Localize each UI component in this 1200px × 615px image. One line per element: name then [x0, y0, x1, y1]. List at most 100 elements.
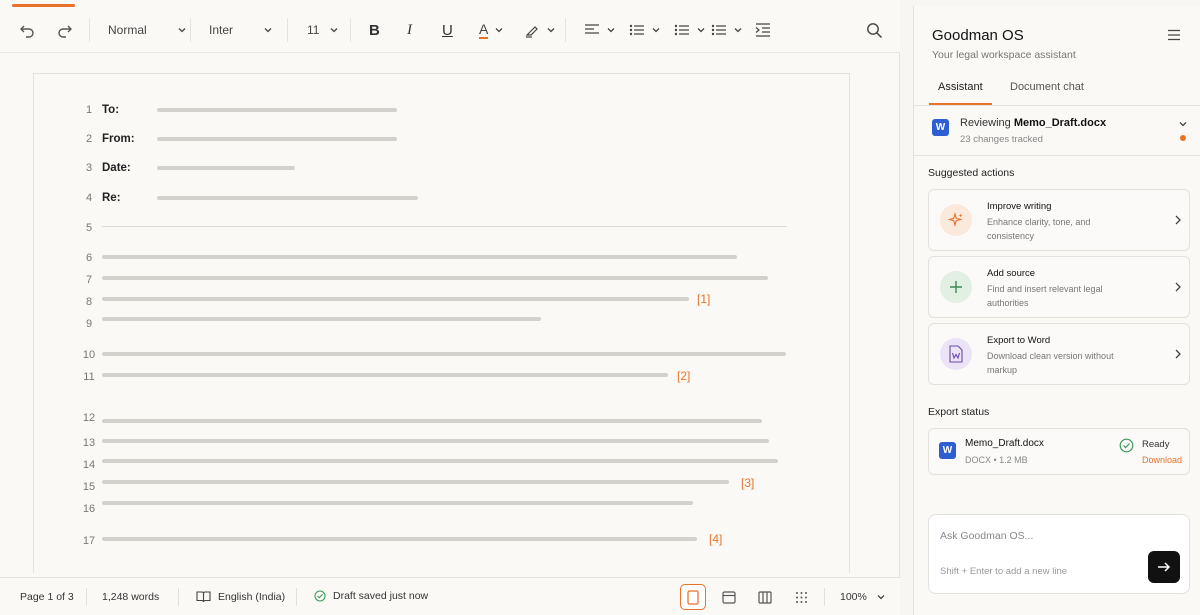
- numbered-list-button[interactable]: [674, 18, 706, 42]
- line-number: 3: [85, 162, 93, 174]
- web-view-button[interactable]: [716, 584, 742, 610]
- line-number: 8: [85, 296, 93, 308]
- line-number: 10: [82, 349, 96, 361]
- chevron-down-icon: [697, 28, 705, 33]
- send-button[interactable]: [1148, 551, 1180, 583]
- action-add-source[interactable]: Add source Find and insert relevant lega…: [928, 256, 1190, 318]
- page-count: Page 1 of 3: [20, 591, 74, 603]
- toolbar-divider: [565, 18, 566, 42]
- chevron-down-icon: [734, 28, 742, 33]
- book-icon: [196, 591, 211, 603]
- toolbar-accent-bar: [12, 4, 75, 7]
- check-circle-icon: [1119, 438, 1134, 453]
- page-view-button[interactable]: [680, 584, 706, 610]
- line-number: 16: [82, 503, 96, 515]
- line-number: 7: [85, 274, 93, 286]
- font-size-select[interactable]: 11: [307, 18, 339, 42]
- search-button[interactable]: [866, 18, 883, 42]
- export-file-name: Memo_Draft.docx: [965, 438, 1044, 449]
- status-divider: [824, 588, 825, 606]
- tab-document-chat[interactable]: Document chat: [1010, 81, 1084, 93]
- citation-marker[interactable]: [2]: [677, 369, 690, 383]
- action-improve-writing[interactable]: Improve writing Enhance clarity, tone, a…: [928, 189, 1190, 251]
- line-number: 17: [82, 535, 96, 547]
- chat-input-hint: Shift + Enter to add a new line: [940, 566, 1068, 577]
- font-size-value: 11: [307, 23, 320, 37]
- line-number: 11: [83, 371, 95, 383]
- export-ready-status: Ready: [1142, 439, 1170, 450]
- download-link[interactable]: Download: [1142, 455, 1182, 465]
- action-description: Enhance clarity, tone, and consistency: [987, 217, 1091, 241]
- action-export-to-word[interactable]: Export to Word Download clean version wi…: [928, 323, 1190, 385]
- arrow-right-icon: [1158, 562, 1171, 572]
- chat-input-box[interactable]: Ask Goodman OS... Shift + Enter to add a…: [928, 514, 1190, 594]
- citation-marker[interactable]: [3]: [741, 476, 754, 490]
- highlight-button[interactable]: [524, 18, 556, 42]
- export-status-heading: Export status: [928, 406, 990, 418]
- language-label: English (India): [218, 590, 286, 603]
- undo-button[interactable]: [18, 18, 36, 42]
- chevron-down-icon: [877, 595, 885, 600]
- formatting-toolbar: Normal Inter 11 B I U A: [0, 0, 900, 53]
- text-color-button[interactable]: A: [479, 18, 504, 42]
- language-selector[interactable]: English (India): [196, 590, 285, 603]
- active-tab-indicator: [929, 103, 992, 105]
- line-number: 4: [85, 192, 93, 204]
- chevron-right-icon: [1175, 282, 1181, 292]
- document-page[interactable]: 1 2 3 4 5 6 7 8 9 10 11 12 13 14 15 16 1…: [33, 73, 850, 573]
- align-left-icon: [585, 24, 599, 34]
- underline-button[interactable]: U: [442, 18, 453, 42]
- checklist-button[interactable]: [711, 18, 743, 42]
- redo-button[interactable]: [56, 18, 74, 42]
- line-number: 13: [82, 437, 96, 449]
- indent-button[interactable]: [755, 18, 771, 42]
- grid-view-button[interactable]: [788, 584, 814, 610]
- word-file-icon: W: [932, 119, 949, 136]
- columns-view-button[interactable]: [752, 584, 778, 610]
- text-placeholder-line: [157, 196, 418, 200]
- plus-icon: [940, 271, 972, 303]
- chevron-down-icon: [264, 28, 272, 33]
- status-divider: [296, 588, 297, 606]
- highlighter-icon: [525, 26, 538, 38]
- suggested-actions-heading: Suggested actions: [928, 167, 1015, 179]
- field-label-re: Re:: [102, 192, 121, 204]
- status-bar: Page 1 of 3 1,248 words English (India) …: [0, 577, 900, 615]
- web-view-icon: [722, 590, 736, 604]
- action-title: Add source: [987, 268, 1036, 279]
- chevron-right-icon: [1175, 215, 1181, 225]
- review-status-row[interactable]: W Reviewing Memo_Draft.docx 23 changes t…: [914, 106, 1200, 156]
- action-title: Improve writing: [987, 201, 1052, 212]
- line-number: 1: [85, 104, 93, 116]
- action-title: Export to Word: [987, 335, 1051, 346]
- align-button[interactable]: [584, 18, 616, 42]
- tab-assistant[interactable]: Assistant: [938, 81, 983, 93]
- font-family-value: Inter: [209, 23, 234, 37]
- text-placeholder-line: [102, 537, 697, 541]
- check-circle-icon: [314, 590, 326, 602]
- bold-button[interactable]: B: [369, 18, 380, 42]
- toolbar-divider: [190, 18, 191, 42]
- status-divider: [86, 588, 87, 606]
- toolbar-divider: [89, 18, 90, 42]
- zoom-select[interactable]: 100%: [840, 591, 886, 603]
- menu-button[interactable]: [1167, 28, 1181, 46]
- font-family-select[interactable]: Inter: [209, 18, 273, 42]
- citation-marker[interactable]: [1]: [697, 292, 710, 306]
- chevron-down-icon: [331, 28, 338, 33]
- italic-button[interactable]: I: [407, 18, 412, 42]
- chevron-down-icon: [178, 28, 186, 33]
- paragraph-style-select[interactable]: Normal: [108, 18, 187, 42]
- zoom-value: 100%: [840, 591, 867, 603]
- chevron-down-icon[interactable]: [1178, 119, 1188, 129]
- chat-input-placeholder[interactable]: Ask Goodman OS...: [940, 530, 1033, 542]
- word-file-icon: W: [939, 442, 956, 459]
- export-file-meta: DOCX • 1.2 MB: [965, 455, 1028, 465]
- chevron-down-icon: [652, 28, 660, 33]
- text-placeholder-line: [157, 137, 397, 141]
- chevron-right-icon: [1175, 349, 1181, 359]
- bullet-list-button[interactable]: [629, 18, 661, 42]
- field-label-to: To:: [102, 104, 120, 116]
- text-placeholder-line: [157, 108, 397, 112]
- citation-marker[interactable]: [4]: [709, 532, 722, 546]
